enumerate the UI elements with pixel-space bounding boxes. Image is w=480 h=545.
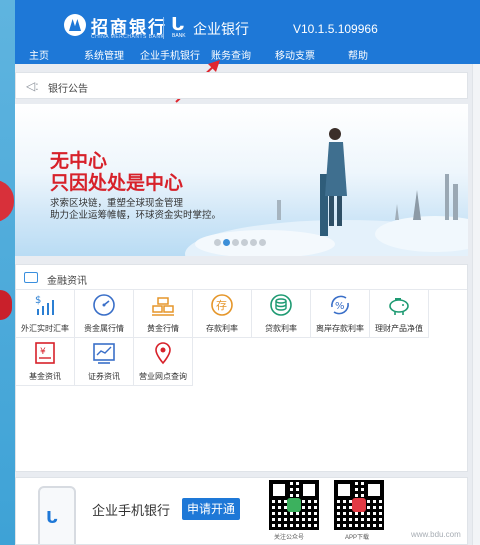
- tile-wealth-nav[interactable]: 理财产品净值: [370, 290, 429, 338]
- exchange-rate-chart-icon: $: [35, 295, 54, 315]
- mobile-banking-promo: ᒐ 企业手机银行 申请开通 关注公众号 APP下载 www.bdu.com: [15, 477, 468, 545]
- deposit-icon: 存: [211, 294, 233, 316]
- tile-label: 黄金行情: [147, 324, 179, 333]
- qr-caption-wechat: 关注公众号: [274, 535, 305, 541]
- nav-mobile-cheque[interactable]: 移动支票: [275, 47, 315, 62]
- banner-dot[interactable]: [214, 239, 221, 246]
- apply-button[interactable]: 申请开通: [182, 498, 240, 520]
- background-window-strip: [0, 0, 15, 545]
- tile-label: 存款利率: [206, 324, 238, 333]
- watermark: www.bdu.com: [411, 530, 461, 539]
- svg-text:%: %: [335, 301, 345, 312]
- announcement-label: 银行公告: [48, 84, 88, 95]
- bank-announcement-bar[interactable]: ◁: 银行公告: [15, 72, 468, 99]
- banner-dot[interactable]: [232, 239, 239, 246]
- gold-bars-icon: [152, 297, 174, 316]
- tile-fund-info[interactable]: ¥ 基金资讯: [16, 338, 75, 386]
- wechat-qr-code: [269, 480, 319, 530]
- fund-document-icon: ¥: [35, 342, 55, 364]
- qr-caption-app: APP下载: [345, 535, 370, 541]
- app-header: 招商银行 CHINA MERCHANTS BANK ᒐ BANK 企业银行 V1…: [15, 0, 480, 64]
- tile-deposit-rate[interactable]: 存 存款利率: [193, 290, 252, 338]
- nav-home[interactable]: 主页: [29, 47, 49, 62]
- tile-label: 外汇实时汇率: [21, 324, 69, 333]
- nav-help[interactable]: 帮助: [348, 47, 368, 62]
- background-red-shape: [0, 180, 14, 222]
- banner-dot[interactable]: [241, 239, 248, 246]
- enterprise-bank-logo-sub: BANK: [172, 33, 186, 39]
- app-logo-icon: ᒐ: [46, 510, 58, 527]
- tile-label: 离岸存款利率: [316, 324, 364, 333]
- main-nav: 主页 系统管理 企业手机银行 账务查询 移动支票 帮助: [15, 43, 480, 63]
- securities-chart-icon: [93, 343, 115, 364]
- banner-headline-2: 只因处处是中心: [50, 173, 184, 194]
- tile-label: 理财产品净值: [375, 324, 423, 333]
- tile-securities-info[interactable]: 证券资讯: [75, 338, 134, 386]
- tile-label: 证券资讯: [88, 372, 120, 381]
- promo-title: 企业手机银行: [92, 503, 171, 518]
- right-scroll-strip[interactable]: [472, 64, 480, 545]
- cmb-logo-icon: [64, 14, 86, 36]
- svg-text:¥: ¥: [40, 347, 46, 357]
- version-label: V10.1.5.109966: [293, 22, 378, 36]
- promo-banner[interactable]: 无中心 只因处处是中心 求索区块链，重塑全球现金管理 助力企业运筹帷幄，环球资金…: [15, 104, 468, 256]
- percent-cycle-icon: %: [331, 295, 349, 315]
- enterprise-bank-logo-icon: ᒐ: [171, 14, 185, 34]
- tile-label: 贵金属行情: [84, 324, 124, 333]
- banner-pagination: [214, 237, 268, 249]
- coin-stack-icon: [270, 294, 292, 316]
- finance-info-panel: 金融资讯 $ 外汇实时汇率 贵金属行情 黄金行情 存 存款利率 贷款利率 % 离…: [15, 264, 468, 472]
- piggy-bank-icon: [389, 298, 409, 315]
- svg-text:$: $: [35, 295, 41, 306]
- bank-name-english: CHINA MERCHANTS BANK: [91, 34, 165, 40]
- banner-subtitle-2: 助力企业运筹帷幄，环球资金实时掌控。: [50, 210, 222, 221]
- chat-icon: [24, 272, 38, 283]
- tile-label: 基金资讯: [29, 372, 61, 381]
- tile-gold[interactable]: 黄金行情: [134, 290, 193, 338]
- header-divider: [163, 17, 164, 39]
- banner-dot-active[interactable]: [223, 239, 230, 246]
- background-red-shape: [0, 290, 12, 320]
- app-icon: [352, 498, 366, 512]
- svg-text:存: 存: [216, 298, 227, 312]
- tile-offshore-deposit-rate[interactable]: % 离岸存款利率: [311, 290, 370, 338]
- banner-dot[interactable]: [250, 239, 257, 246]
- banner-dot[interactable]: [259, 239, 266, 246]
- tile-label: 营业网点查询: [139, 372, 187, 381]
- nav-system-management[interactable]: 系统管理: [84, 47, 124, 62]
- tile-loan-rate[interactable]: 贷款利率: [252, 290, 311, 338]
- tile-label: 贷款利率: [265, 324, 297, 333]
- product-name: 企业银行: [193, 21, 249, 37]
- speaker-icon: ◁:: [26, 79, 39, 93]
- gauge-icon: [93, 294, 115, 316]
- finance-panel-title: 金融资讯: [47, 276, 87, 287]
- app-download-qr-code: [334, 480, 384, 530]
- wechat-icon: [287, 498, 301, 512]
- tile-fx-rate[interactable]: $ 外汇实时汇率: [16, 290, 75, 338]
- tile-branch-locator[interactable]: 营业网点查询: [134, 338, 193, 386]
- map-pin-icon: [155, 342, 171, 365]
- tile-precious-metal[interactable]: 贵金属行情: [75, 290, 134, 338]
